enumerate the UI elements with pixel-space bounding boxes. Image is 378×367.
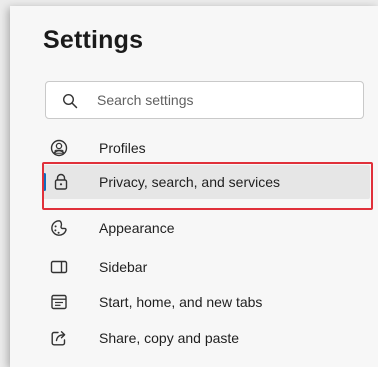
nav-item-start-home[interactable]: Start, home, and new tabs	[45, 290, 378, 314]
nav-item-label: Sidebar	[99, 259, 148, 275]
profile-icon	[49, 138, 69, 158]
sidebar-icon	[49, 257, 69, 277]
search-icon	[62, 93, 78, 109]
nav-item-label: Privacy, search, and services	[99, 174, 281, 190]
lock-icon	[51, 172, 71, 192]
page-title: Settings	[43, 26, 144, 54]
nav-item-label: Appearance	[99, 220, 175, 236]
nav-item-label: Share, copy and paste	[99, 330, 240, 346]
nav-item-label: Start, home, and new tabs	[99, 294, 263, 310]
start-home-icon	[49, 292, 69, 312]
share-icon	[49, 328, 69, 348]
nav-item-share-copy-paste[interactable]: Share, copy and paste	[45, 326, 378, 350]
search-input[interactable]	[97, 82, 357, 118]
nav-item-profiles[interactable]: Profiles	[45, 136, 378, 160]
nav-item-appearance[interactable]: Appearance	[45, 216, 378, 240]
appearance-icon	[49, 218, 69, 238]
selected-indicator	[43, 173, 46, 191]
search-box[interactable]	[45, 81, 364, 119]
nav-item-label: Profiles	[99, 140, 146, 156]
nav-item-privacy[interactable]: Privacy, search, and services	[43, 165, 370, 199]
nav-item-sidebar[interactable]: Sidebar	[45, 255, 378, 279]
